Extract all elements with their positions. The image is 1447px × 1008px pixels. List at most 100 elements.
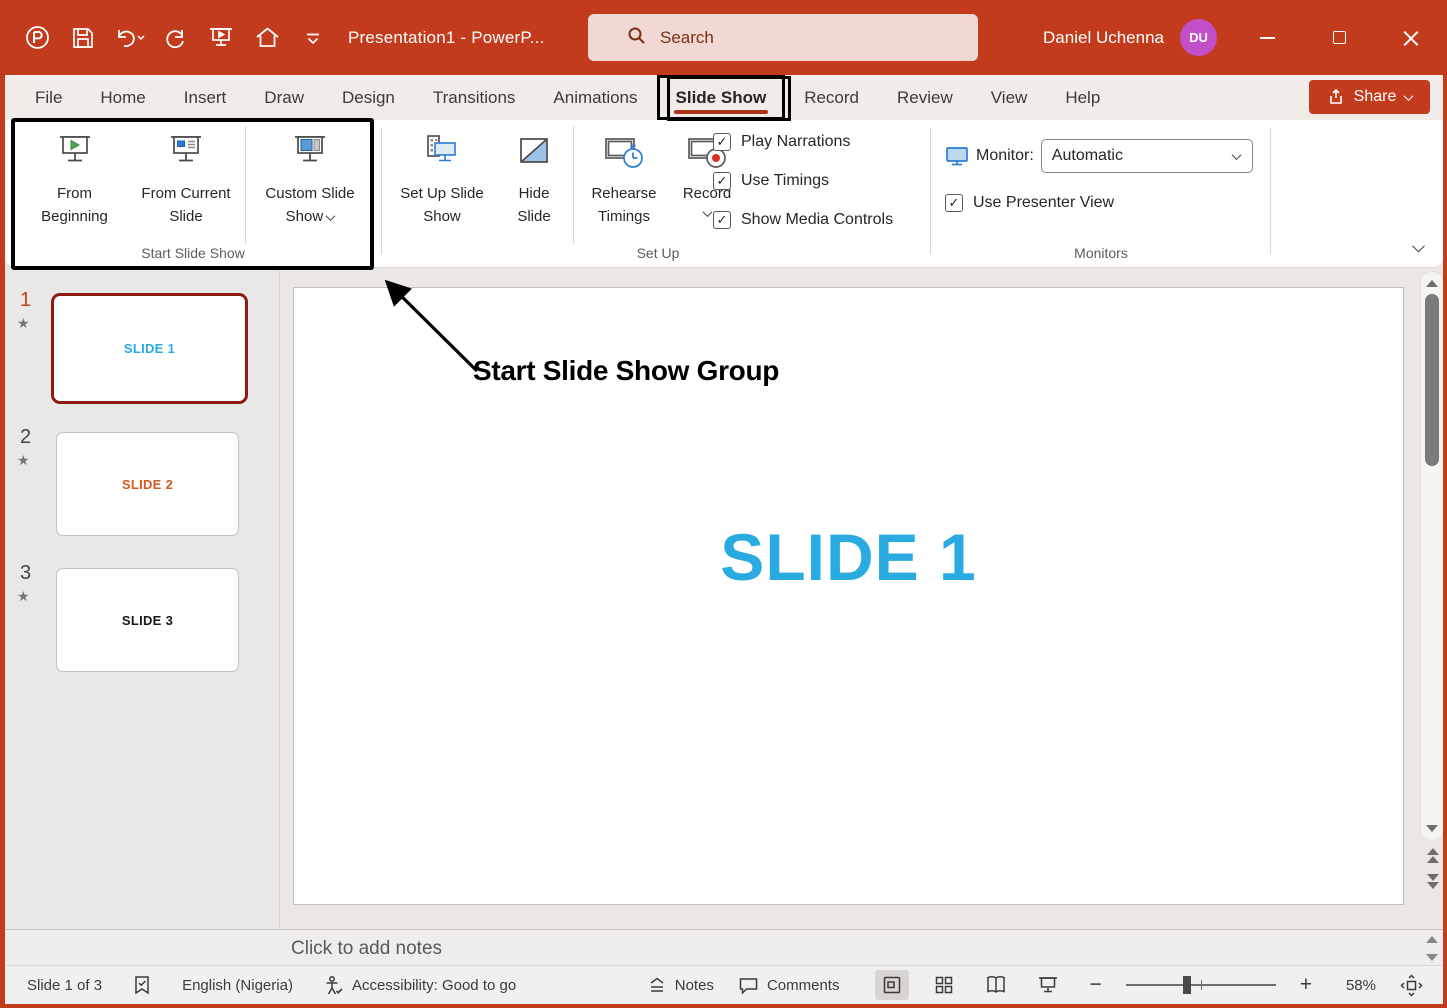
slide-show-view-button[interactable] [1031,970,1065,1000]
tab-insert[interactable]: Insert [165,75,246,120]
tab-design[interactable]: Design [323,75,414,120]
tab-record[interactable]: Record [785,75,878,120]
show-media-controls-label: Show Media Controls [741,211,893,229]
transition-star-icon[interactable]: ★ [17,452,30,469]
accessibility-button[interactable]: Accessibility: Good to go [323,975,516,996]
save-icon[interactable] [66,21,100,55]
use-presenter-view-label: Use Presenter View [973,194,1114,212]
zoom-out-button[interactable]: − [1089,973,1101,997]
checkbox-checked-icon[interactable]: ✓ [945,194,963,212]
zoom-level[interactable]: 58% [1336,977,1376,994]
use-timings-checkbox-row[interactable]: ✓ Use Timings [713,169,893,192]
scroll-up-arrow[interactable] [1426,280,1438,287]
zoom-slider[interactable] [1126,984,1276,986]
group-label-monitors: Monitors [932,245,1270,261]
close-button[interactable] [1375,0,1447,75]
tab-transitions[interactable]: Transitions [414,75,535,120]
vertical-scrollbar[interactable] [1420,271,1444,841]
start-slideshow-icon[interactable] [204,21,238,55]
slide-indicator[interactable]: Slide 1 of 3 [27,977,102,994]
slide-editing-surface[interactable]: SLIDE 1 [293,287,1404,905]
slide-thumbnail-2[interactable]: SLIDE 2 [56,432,239,536]
scrollbar-thumb[interactable] [1425,294,1439,466]
language-indicator[interactable]: English (Nigeria) [182,977,293,994]
slide-thumbnail-3[interactable]: SLIDE 3 [56,568,239,672]
from-current-slide-button[interactable]: From Current Slide [127,120,245,229]
slide-show-view-icon [1037,975,1059,995]
zoom-in-button[interactable]: + [1300,973,1312,997]
checkbox-checked-icon[interactable]: ✓ [713,211,731,229]
tab-file[interactable]: File [16,75,81,120]
transition-star-icon[interactable]: ★ [17,315,30,332]
previous-slide-button[interactable] [1424,848,1441,870]
hide-slide-button[interactable]: Hide Slide [495,120,573,229]
minimize-icon [1260,37,1275,39]
tab-home[interactable]: Home [81,75,164,120]
custom-slide-show-button[interactable]: Custom Slide Show [246,120,374,229]
use-presenter-view-checkbox-row[interactable]: ✓ Use Presenter View [945,191,1114,214]
slide-number: 1 [20,289,31,312]
maximize-button[interactable] [1303,0,1375,75]
group-separator [1270,128,1271,254]
title-bar: Presentation1 - PowerP... Daniel Uchenna… [0,0,1447,75]
thumbnail-title: SLIDE 2 [122,477,173,492]
tab-review[interactable]: Review [878,75,972,120]
ribbon-tab-row: File Home Insert Draw Design Transitions… [0,75,1447,120]
user-name: Daniel Uchenna [1043,28,1164,48]
comments-button[interactable]: Comments [738,976,840,995]
tab-draw[interactable]: Draw [245,75,323,120]
transition-star-icon[interactable]: ★ [17,588,30,605]
zoom-slider-tick [1201,980,1203,990]
search-input[interactable] [660,28,940,48]
account-area[interactable]: Daniel Uchenna DU [1043,0,1217,75]
home-icon[interactable] [250,21,284,55]
scroll-down-arrow[interactable] [1426,825,1438,832]
fit-slide-button[interactable] [1400,974,1423,997]
group-label-start-slide-show: Start Slide Show [12,245,374,261]
share-button[interactable]: Share [1309,80,1430,114]
next-slide-button[interactable] [1424,874,1441,896]
from-beginning-label: From Beginning [41,185,108,225]
undo-icon[interactable] [112,21,146,55]
window-controls [1231,0,1447,75]
screen-split-icon [287,133,333,175]
customize-toolbar-icon[interactable] [296,21,330,55]
play-narrations-checkbox-row[interactable]: ✓ Play Narrations [713,130,893,153]
search-box[interactable] [588,14,978,61]
monitor-dropdown[interactable]: Automatic [1041,139,1253,173]
notes-scroll-down-arrow[interactable] [1426,954,1438,961]
tab-slide-show[interactable]: Slide Show [657,75,786,120]
maximize-icon [1333,31,1346,44]
checkbox-checked-icon[interactable]: ✓ [713,172,731,190]
rehearse-timings-button[interactable]: Rehearse Timings [574,120,674,229]
notes-toggle-button[interactable]: Notes [647,976,714,994]
notes-placeholder[interactable]: Click to add notes [291,938,442,960]
show-media-controls-checkbox-row[interactable]: ✓ Show Media Controls [713,208,893,231]
tab-view[interactable]: View [972,75,1047,120]
minimize-button[interactable] [1231,0,1303,75]
notes-toggle-label: Notes [675,977,714,994]
notes-pane[interactable]: Click to add notes [5,929,1443,965]
tab-help[interactable]: Help [1046,75,1119,120]
redo-icon[interactable] [158,21,192,55]
group-start-slide-show: From Beginning From Current Slide [12,120,374,268]
checkbox-checked-icon[interactable]: ✓ [713,133,731,151]
monitor-dropdown-value: Automatic [1052,147,1123,165]
slide-sorter-view-button[interactable] [927,970,961,1000]
chevron-down-icon [702,207,712,217]
accessibility-icon [323,975,344,996]
chevron-down-icon [1412,240,1425,253]
avatar[interactable]: DU [1180,19,1217,56]
normal-view-button[interactable] [875,970,909,1000]
slide-thumbnail-1[interactable]: SLIDE 1 [51,293,248,404]
tab-animations[interactable]: Animations [534,75,656,120]
notes-scroll-up-arrow[interactable] [1426,936,1438,943]
zoom-slider-thumb[interactable] [1183,976,1191,994]
set-up-slide-show-button[interactable]: Set Up Slide Show [389,120,495,229]
collapse-ribbon-button[interactable] [1414,239,1423,257]
slide-title-text[interactable]: SLIDE 1 [294,519,1403,595]
reading-view-button[interactable] [979,970,1013,1000]
spellcheck-button[interactable] [132,975,152,996]
powerpoint-logo-icon[interactable] [20,21,54,55]
from-beginning-button[interactable]: From Beginning [22,120,127,229]
